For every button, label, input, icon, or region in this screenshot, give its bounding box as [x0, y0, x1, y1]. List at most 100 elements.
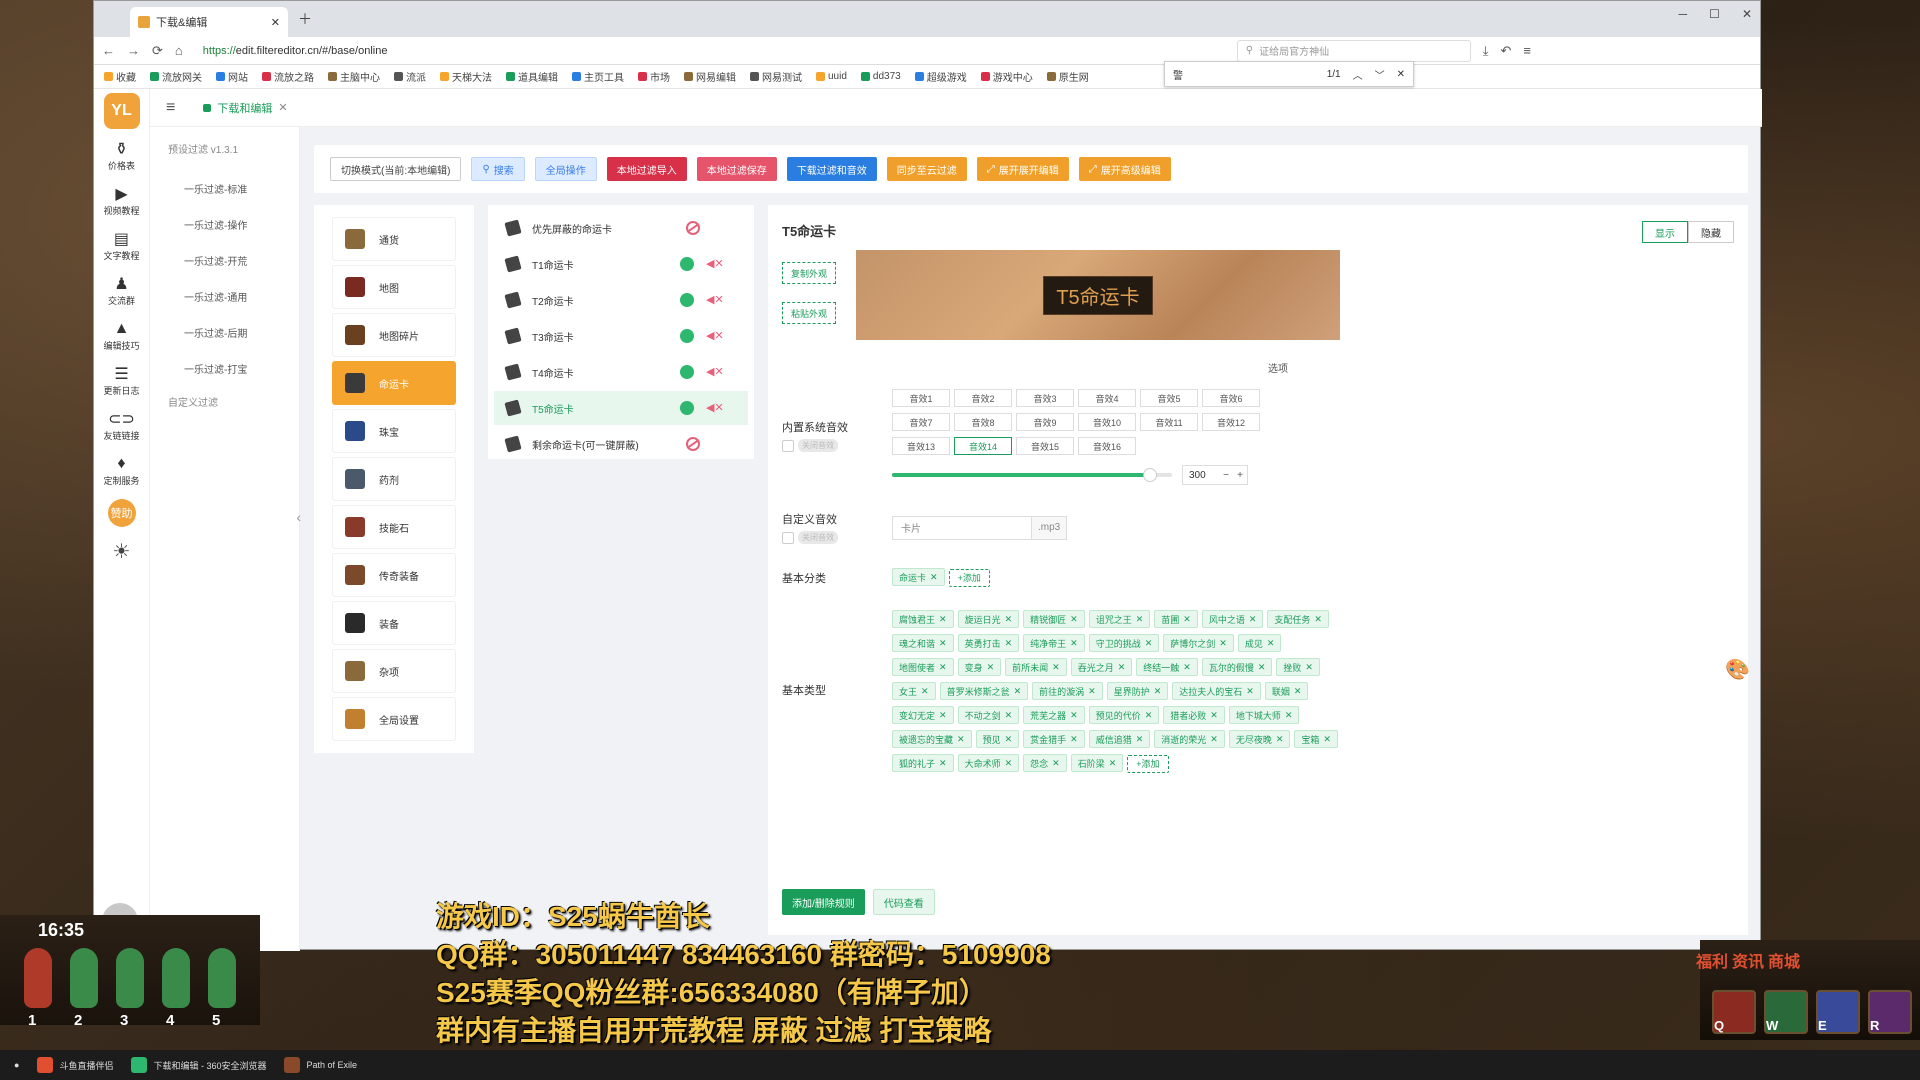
donate-button[interactable]: 赞助 — [107, 499, 136, 527]
game-menu-item[interactable]: 资讯 — [1732, 948, 1764, 972]
type-tag[interactable]: 联姻 ✕ — [1264, 682, 1309, 700]
type-tag[interactable]: 大命术师 ✕ — [957, 754, 1020, 772]
remove-tag-icon[interactable]: ✕ — [957, 734, 965, 745]
type-tag[interactable]: 不动之剑 ✕ — [957, 706, 1020, 724]
bookmark-item[interactable]: 超级游戏 — [914, 69, 967, 84]
remove-tag-icon[interactable]: ✕ — [1088, 686, 1096, 697]
bookmark-item[interactable]: 收藏 — [104, 69, 136, 84]
remove-tag-icon[interactable]: ✕ — [1183, 662, 1191, 673]
nav-item-penguin[interactable]: ♟ 交流群 — [103, 274, 139, 307]
close-tab-icon[interactable]: ✕ — [271, 16, 280, 29]
preset-item[interactable]: 一乐过滤-开荒 — [150, 242, 299, 278]
find-next-icon[interactable]: ﹀ — [1375, 67, 1385, 82]
type-tag[interactable]: 星界防护 ✕ — [1106, 682, 1169, 700]
paste-style-button[interactable]: 粘贴外观 — [782, 302, 837, 324]
type-tag[interactable]: 普罗米修斯之瓮 ✕ — [939, 682, 1029, 700]
type-tag[interactable]: 终结一触 ✕ — [1136, 658, 1198, 676]
remove-tag-icon[interactable]: ✕ — [1070, 710, 1078, 721]
minus-icon[interactable]: − — [1219, 470, 1233, 481]
forward-icon[interactable]: → — [127, 43, 140, 58]
type-tag[interactable]: 地图使者 ✕ — [892, 658, 954, 676]
remove-tag-icon[interactable]: ✕ — [1005, 638, 1013, 649]
type-tag[interactable]: 消逝的荣光 ✕ — [1154, 730, 1225, 748]
card-tier-item[interactable]: T3命运卡 ◀✕ — [494, 319, 748, 353]
category-item[interactable]: 地图 — [332, 265, 456, 309]
type-tag[interactable]: 狐的礼子 ✕ — [892, 754, 954, 772]
bookmark-item[interactable]: 流派 — [394, 69, 426, 84]
type-tag[interactable]: 被遗忘的宝藏 ✕ — [892, 730, 972, 748]
volume-stepper[interactable]: 300 − + — [1182, 465, 1248, 485]
visible-eye-icon[interactable] — [680, 329, 694, 343]
muted-sound-icon[interactable]: ◀✕ — [706, 258, 724, 270]
bookmark-item[interactable]: 市场 — [638, 69, 670, 84]
custom-sound-toggle[interactable]: 关闭音效 — [782, 531, 892, 544]
remove-tag-icon[interactable]: ✕ — [1136, 614, 1144, 625]
find-prev-icon[interactable]: ︿ — [1353, 67, 1363, 82]
type-tag[interactable]: 魂之和谐 ✕ — [892, 634, 954, 652]
sound-option[interactable]: 音效11 — [1140, 413, 1198, 431]
custom-filter-item[interactable]: 自定义过滤 — [150, 386, 299, 416]
sound-option[interactable]: 音效6 — [1202, 389, 1260, 407]
card-tier-item[interactable]: 优先屏蔽的命运卡 — [494, 211, 748, 245]
type-tag[interactable]: 英勇打击 ✕ — [957, 634, 1020, 652]
visible-eye-icon[interactable] — [680, 257, 694, 271]
sound-option[interactable]: 音效4 — [1078, 389, 1136, 407]
remove-tag-icon[interactable]: ✕ — [1323, 734, 1331, 745]
hide-option[interactable]: 隐藏 — [1688, 221, 1734, 243]
nav-item-triangle[interactable]: ▲ 编辑技巧 — [103, 319, 139, 352]
type-tag[interactable]: 怨念 ✕ — [1023, 754, 1067, 772]
category-item[interactable]: 技能石 — [332, 505, 456, 549]
remove-tag-icon[interactable]: ✕ — [1005, 614, 1013, 625]
type-tag[interactable]: 前所未闻 ✕ — [1005, 658, 1067, 676]
minimize-icon[interactable]: ─ — [1679, 7, 1688, 21]
type-tag[interactable]: 预见的代价 ✕ — [1088, 706, 1160, 724]
remove-tag-icon[interactable]: ✕ — [939, 614, 947, 625]
sound-option[interactable]: 音效13 — [892, 437, 950, 455]
remove-tag-icon[interactable]: ✕ — [939, 662, 947, 673]
sound-option[interactable]: 音效1 — [892, 389, 950, 407]
remove-tag-icon[interactable]: ✕ — [1109, 758, 1117, 769]
bookmark-item[interactable]: uuid — [816, 71, 847, 82]
sound-option[interactable]: 音效7 — [892, 413, 950, 431]
add-tag-button[interactable]: + 添加 — [1127, 754, 1169, 773]
remove-tag-icon[interactable]: ✕ — [1183, 614, 1191, 625]
type-tag[interactable]: 荒芜之器 ✕ — [1023, 706, 1085, 724]
remove-tag-icon[interactable]: ✕ — [987, 662, 995, 673]
visible-eye-icon[interactable] — [680, 401, 694, 415]
type-tag[interactable]: 精锐御匠 ✕ — [1023, 610, 1085, 628]
remove-tag-icon[interactable]: ✕ — [1154, 686, 1162, 697]
type-tag[interactable]: 无尽夜晚 ✕ — [1228, 730, 1291, 748]
browser-search-input[interactable]: ⚲ 证给局官方神仙 — [1236, 39, 1471, 62]
sync-button[interactable]: 同步至云过滤 — [886, 157, 967, 181]
remove-tag-icon[interactable]: ✕ — [1005, 758, 1013, 769]
bookmark-item[interactable]: dd373 — [860, 71, 901, 82]
remove-tag-icon[interactable]: ✕ — [1246, 686, 1254, 697]
sound-option[interactable]: 音效2 — [954, 389, 1012, 407]
muted-sound-icon[interactable]: ◀✕ — [706, 366, 724, 378]
category-item[interactable]: 杂项 — [332, 649, 456, 693]
import-button[interactable]: 本地过滤导入 — [606, 157, 687, 181]
builtin-sound-toggle[interactable]: 关闭音效 — [782, 439, 892, 452]
remove-tag-icon[interactable]: ✕ — [921, 686, 929, 697]
hidden-eye-icon[interactable] — [686, 437, 700, 451]
muted-sound-icon[interactable]: ◀✕ — [706, 294, 724, 306]
home-icon[interactable]: ⌂ — [175, 43, 183, 58]
visible-eye-icon[interactable] — [680, 365, 694, 379]
palette-icon[interactable]: 🎨 — [1725, 657, 1750, 682]
remove-tag-icon[interactable]: ✕ — [1314, 614, 1322, 625]
remove-tag-icon[interactable]: ✕ — [1294, 686, 1302, 697]
find-input[interactable]: 警 — [1173, 67, 1315, 82]
reload-icon[interactable]: ⟳ — [152, 43, 163, 59]
category-item[interactable]: 装备 — [332, 601, 456, 645]
bookmark-item[interactable]: 网站 — [216, 69, 248, 84]
category-item[interactable]: 通货 — [332, 217, 456, 261]
type-tag[interactable]: 预见 ✕ — [975, 730, 1020, 748]
remove-tag-icon[interactable]: ✕ — [1219, 638, 1227, 649]
remove-tag-icon[interactable]: ✕ — [1145, 710, 1153, 721]
visible-eye-icon[interactable] — [680, 293, 694, 307]
category-item[interactable]: 珠宝 — [332, 409, 456, 453]
category-item[interactable]: 药剂 — [332, 457, 456, 501]
remove-tag-icon[interactable]: ✕ — [1145, 638, 1153, 649]
sound-option[interactable]: 音效9 — [1016, 413, 1074, 431]
type-tag[interactable]: 支配任务 ✕ — [1267, 610, 1329, 628]
